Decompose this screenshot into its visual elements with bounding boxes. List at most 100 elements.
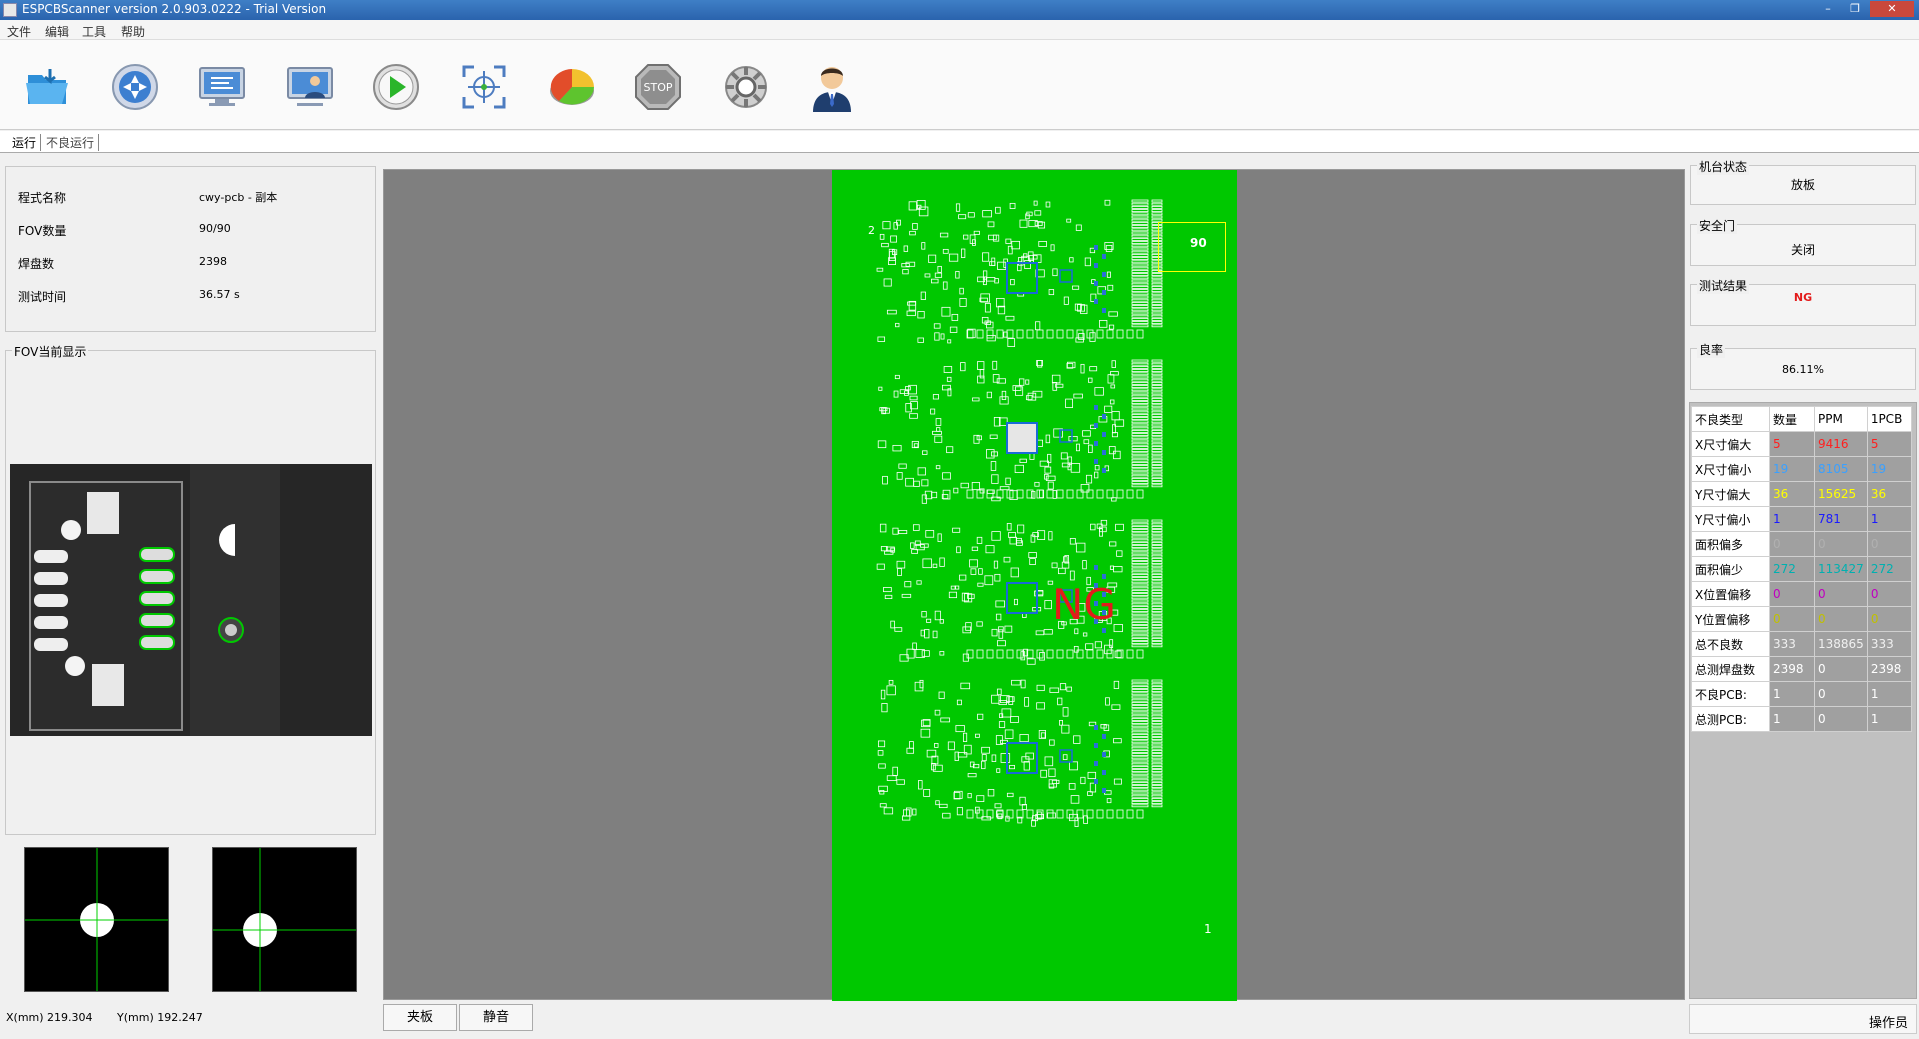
mute-button[interactable]: 静音 — [459, 1004, 533, 1031]
navigate-icon[interactable] — [109, 62, 161, 112]
pcb-defect-pad — [1094, 405, 1098, 410]
pcb-pad — [1151, 385, 1163, 389]
tab-run[interactable]: 运行 — [8, 134, 42, 151]
close-button[interactable]: ✕ — [1870, 1, 1914, 17]
clamp-board-button[interactable]: 夹板 — [383, 1004, 457, 1031]
defect-ppm-cell: 0 — [1814, 581, 1868, 607]
pcb-pad — [1151, 586, 1163, 590]
defect-type-cell: 总测焊盘数 — [1691, 656, 1770, 682]
pcb-pad — [1114, 419, 1125, 427]
pcb-pad — [1131, 775, 1149, 779]
ng-result-overlay: NG — [1052, 580, 1116, 629]
pcb-pad — [1006, 329, 1014, 339]
pcb-pad — [1151, 321, 1163, 325]
pcb-pad — [1131, 605, 1149, 609]
pcb-pad — [1109, 541, 1117, 547]
pcb-pad — [1082, 560, 1087, 570]
test-result-value: NG — [1793, 291, 1813, 304]
pcb-pad — [1005, 815, 1010, 822]
pcb-pad — [1005, 238, 1012, 244]
pcb-pad — [1151, 484, 1163, 488]
gear-icon[interactable] — [720, 62, 772, 112]
monitor-code-icon[interactable] — [196, 62, 248, 112]
pcb-pad — [947, 339, 952, 344]
pcb-pad — [1131, 401, 1149, 405]
pcb-pad — [905, 807, 912, 817]
pcb-pad — [878, 763, 886, 769]
minimize-button[interactable]: – — [1816, 1, 1840, 17]
play-icon[interactable] — [370, 62, 422, 112]
pcb-pad — [996, 329, 1004, 339]
restore-button[interactable]: ❐ — [1843, 1, 1867, 17]
pcb-pad — [1106, 798, 1112, 804]
pcb-pad — [1151, 388, 1163, 392]
pie-chart-icon[interactable] — [546, 62, 598, 112]
pcb-pad — [1036, 329, 1044, 339]
pcb-pad — [1131, 785, 1149, 788]
pcb-pad — [986, 649, 994, 659]
operator-label: 操作员 — [1868, 1016, 1908, 1031]
defect-ppm-cell: 8105 — [1814, 456, 1868, 482]
pcb-pad — [1131, 292, 1149, 296]
yield-box: 良率 86.11% — [1690, 341, 1916, 390]
tab-defect-run[interactable]: 不良运行 — [42, 134, 100, 151]
menu-file[interactable]: 文件 — [7, 23, 31, 40]
monitor-user-icon[interactable] — [284, 62, 336, 112]
pcb-pad — [1069, 761, 1078, 771]
pcb-pad — [1099, 320, 1108, 328]
header-defect-type: 不良类型 — [1691, 406, 1770, 432]
fiducial-target-icon[interactable] — [458, 62, 510, 112]
pcb-pad — [898, 463, 907, 469]
pcb-pad — [1151, 404, 1163, 408]
menu-tools[interactable]: 工具 — [82, 23, 106, 40]
pcb-pad — [895, 322, 900, 328]
pcb-pad — [1151, 794, 1163, 798]
pcb-pad — [935, 418, 942, 426]
y-coordinate: Y(mm) 192.247 — [117, 1011, 203, 1024]
menu-help[interactable]: 帮助 — [121, 23, 145, 40]
pcb-pad — [923, 789, 931, 797]
pcb-pad — [1151, 593, 1163, 597]
pcb-pad — [1131, 519, 1149, 523]
pcb-pad — [1096, 649, 1104, 659]
pcb-pad — [1006, 649, 1014, 659]
menu-edit[interactable]: 编辑 — [45, 23, 69, 40]
pcb-pad — [969, 559, 978, 568]
pcb-pad — [1131, 209, 1149, 212]
pcb-pad — [1111, 360, 1116, 368]
pcb-pad — [1131, 231, 1149, 235]
pcb-canvas[interactable]: 90 1 2 NG — [383, 169, 1685, 1001]
status-bar: X(mm) 219.304 Y(mm) 192.247 夹板 静音 操作员 — [0, 1004, 1919, 1039]
pcb-pad — [1018, 378, 1025, 386]
pcb-pad — [1151, 381, 1163, 385]
pcb-pad — [1151, 465, 1163, 469]
pcb-pad — [1059, 683, 1067, 691]
pcb-pad — [1151, 314, 1163, 318]
pcb-pad — [914, 681, 924, 692]
pcb-pad — [942, 384, 951, 391]
pcb-pad — [1024, 697, 1030, 707]
defect-type-cell: 面积偏多 — [1691, 531, 1770, 557]
pcb-pad — [1151, 292, 1163, 296]
pcb-pad — [961, 248, 966, 258]
pcb-pad — [1151, 641, 1163, 645]
pcb-pad — [934, 435, 943, 443]
pcb-pad — [977, 713, 984, 720]
pcb-pad — [1151, 602, 1163, 606]
pcb-pad — [1131, 423, 1149, 427]
pcb-pad — [1049, 739, 1055, 746]
pcb-pad — [1094, 465, 1100, 471]
pcb-pad — [939, 651, 945, 656]
pcb-pad — [1016, 649, 1024, 659]
open-folder-icon[interactable] — [22, 62, 74, 112]
defect-count-cell: 36 — [1769, 481, 1815, 507]
pcb-pad — [1012, 385, 1022, 391]
pcb-pad — [1113, 680, 1120, 689]
pcb-pad — [953, 487, 959, 494]
pcb-pad — [1039, 652, 1045, 661]
pcb-pad — [1151, 276, 1163, 280]
pcb-pad — [1010, 278, 1015, 286]
pcb-pad — [1131, 263, 1149, 267]
operator-icon[interactable] — [806, 62, 858, 112]
stop-icon[interactable]: STOP — [632, 62, 684, 112]
